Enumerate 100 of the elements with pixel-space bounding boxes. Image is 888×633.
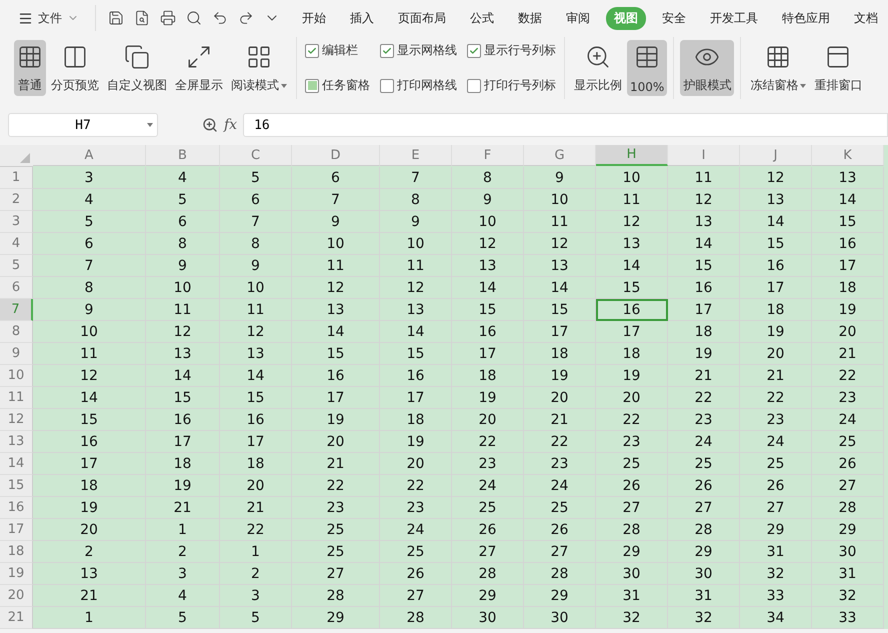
row-header[interactable]: 5 (0, 255, 33, 277)
table-cell: 24 (524, 475, 596, 497)
table-cell: 9 (452, 189, 524, 211)
ribbon-tab[interactable]: 特色应用 (774, 6, 838, 30)
ribbon-tab[interactable]: 公式 (462, 6, 502, 30)
ribbon-button[interactable]: 护眼模式 (680, 40, 734, 96)
row-header[interactable]: 3 (0, 211, 33, 233)
ribbon-tab[interactable]: 页面布局 (390, 6, 454, 30)
ribbon-tab[interactable]: 数据 (510, 6, 550, 30)
table-cell: 12 (596, 211, 668, 233)
table-cell: 18 (220, 453, 292, 475)
table-cell: 31 (812, 563, 884, 585)
table-cell: 25 (380, 541, 452, 563)
table-cell: 17 (220, 431, 292, 453)
ribbon-tab[interactable]: 视图 (606, 6, 646, 30)
table-cell: 29 (740, 519, 812, 541)
checkbox[interactable]: 任务窗格 (305, 72, 370, 99)
table-cell: 27 (668, 497, 740, 519)
ribbon-button[interactable]: 阅读模式 (228, 40, 290, 96)
table-cell: 20 (524, 387, 596, 409)
row-header[interactable]: 14 (0, 453, 33, 475)
table-cell: 11 (380, 255, 452, 277)
ribbon-tab[interactable]: 文档 (846, 6, 886, 30)
table-cell: 2 (146, 541, 220, 563)
row-header[interactable]: 10 (0, 365, 33, 387)
column-header[interactable]: H (596, 145, 668, 166)
row-header[interactable]: 11 (0, 387, 33, 409)
ribbon-tab[interactable]: 开发工具 (702, 6, 766, 30)
ribbon-tab[interactable]: 审阅 (558, 6, 598, 30)
ribbon-button[interactable]: 冻结窗格 (747, 40, 810, 96)
table-cell: 15 (596, 277, 668, 299)
ribbon-button[interactable]: 分页预览 (48, 40, 102, 96)
checkbox[interactable]: 打印行号列标 (467, 72, 556, 99)
row-header[interactable]: 17 (0, 519, 33, 541)
row-header[interactable]: 19 (0, 563, 33, 585)
ribbon-button[interactable]: 显示比例 (571, 40, 625, 96)
column-header[interactable]: F (452, 145, 524, 166)
ribbon-tab[interactable]: 安全 (654, 6, 694, 30)
table-cell: 15 (380, 343, 452, 365)
formula-field[interactable]: 16 (243, 113, 888, 137)
row-header[interactable]: 21 (0, 607, 33, 629)
row-header[interactable]: 13 (0, 431, 33, 453)
ribbon-button[interactable]: 100% (627, 40, 668, 96)
column-header[interactable]: I (668, 145, 740, 166)
table-cell: 11 (292, 255, 380, 277)
row-header[interactable]: 20 (0, 585, 33, 607)
column-header[interactable]: E (380, 145, 452, 166)
row-header[interactable]: 6 (0, 277, 33, 299)
column-header[interactable]: D (292, 145, 380, 166)
function-label[interactable]: fx (224, 117, 238, 133)
table-cell: 14 (33, 387, 146, 409)
table-cell: 14 (596, 255, 668, 277)
row-header[interactable]: 2 (0, 189, 33, 211)
name-box[interactable]: H7 (8, 113, 158, 137)
table-cell: 15 (452, 299, 524, 321)
grid-icon (17, 44, 43, 70)
row-header[interactable]: 8 (0, 321, 33, 343)
ribbon-button[interactable]: 自定义视图 (104, 40, 170, 96)
ribbon-button[interactable]: 全屏显示 (172, 40, 226, 96)
row-header[interactable]: 12 (0, 409, 33, 431)
column-header[interactable]: B (146, 145, 220, 166)
column-header[interactable]: G (524, 145, 596, 166)
file-menu[interactable]: 文件 (14, 8, 83, 28)
table-cell: 22 (740, 387, 812, 409)
table-cell: 10 (292, 233, 380, 255)
table-cell: 5 (220, 167, 292, 189)
column-header[interactable]: K (812, 145, 884, 166)
checkbox[interactable]: 编辑栏 (305, 37, 370, 64)
ribbon-tab[interactable]: 开始 (294, 6, 334, 30)
table-cell: 28 (452, 563, 524, 585)
ribbon-tab[interactable]: 插入 (342, 6, 382, 30)
column-header[interactable]: A (33, 145, 146, 166)
table-cell: 17 (812, 255, 884, 277)
checkbox[interactable]: 显示行号列标 (467, 37, 556, 64)
zoom-icon[interactable] (202, 117, 218, 133)
checkbox[interactable]: 打印网格线 (380, 72, 457, 99)
table-cell: 23 (668, 409, 740, 431)
column-header[interactable]: C (220, 145, 292, 166)
table-cell: 11 (146, 299, 220, 321)
row-header[interactable]: 7 (0, 299, 33, 321)
ribbon-button[interactable]: 重排窗口 (811, 40, 866, 96)
table-cell: 10 (596, 167, 668, 189)
row-header[interactable]: 15 (0, 475, 33, 497)
ribbon-button[interactable]: 普通 (14, 40, 46, 96)
checkbox[interactable]: 显示网格线 (380, 37, 457, 64)
row-header[interactable]: 4 (0, 233, 33, 255)
table-cell: 20 (220, 475, 292, 497)
row-header[interactable]: 16 (0, 497, 33, 519)
table-cell: 15 (524, 299, 596, 321)
table-cell: 27 (524, 541, 596, 563)
table-cell: 4 (146, 585, 220, 607)
table-cell: 15 (33, 409, 146, 431)
row-header[interactable]: 18 (0, 541, 33, 563)
table-cell: 28 (380, 607, 452, 629)
row-header[interactable]: 1 (0, 167, 33, 189)
column-header[interactable]: J (740, 145, 812, 166)
row-header[interactable]: 9 (0, 343, 33, 365)
table-cell: 23 (812, 387, 884, 409)
table-cell: 9 (220, 255, 292, 277)
table-cell: 32 (596, 607, 668, 629)
